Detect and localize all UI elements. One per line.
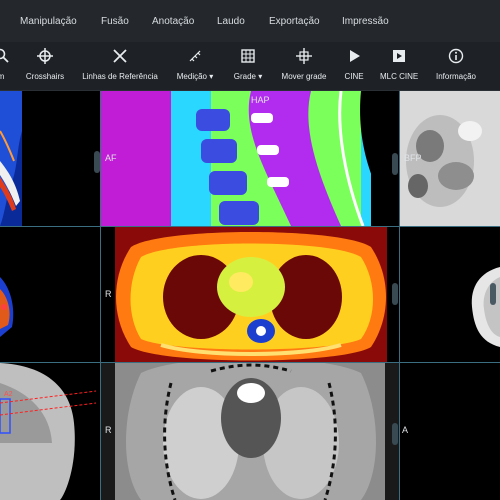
- viewport-grid: AF HAP BFP R A2 R A: [0, 91, 500, 500]
- menu-fusao[interactable]: Fusão: [101, 16, 129, 27]
- viewport-bottom-center[interactable]: R: [101, 363, 399, 500]
- menu-impressao[interactable]: Impressão: [342, 16, 389, 27]
- viewport-bottom-right[interactable]: A: [400, 363, 500, 500]
- grid-button[interactable]: Grade ▾: [230, 42, 266, 90]
- orientation-label-left: R: [105, 425, 112, 435]
- orientation-label-left: BFP: [404, 153, 422, 163]
- reference-lines-label: Linhas de Referência: [82, 72, 158, 81]
- volume-render-image: [471, 267, 500, 347]
- viewport-top-right[interactable]: BFP: [400, 91, 500, 226]
- viewport-scroll-handle[interactable]: [490, 283, 496, 305]
- viewport-top-center[interactable]: AF HAP: [101, 91, 399, 226]
- orientation-label-top: HAP: [251, 95, 270, 105]
- viewport-middle-right[interactable]: [400, 227, 500, 362]
- coronal-grayscale-image: [101, 363, 399, 500]
- grid-separator: [100, 91, 101, 500]
- grid-separator: [399, 91, 400, 500]
- viewport-scroll-handle[interactable]: [392, 423, 398, 445]
- zoom-label: m: [0, 72, 5, 81]
- toolbar: m Crosshairs Linhas de Referência Mediçã…: [0, 42, 500, 91]
- orientation-label-left: AF: [105, 153, 117, 163]
- mlc-cine-button[interactable]: MLC CINE: [380, 42, 418, 90]
- crosshairs-label: Crosshairs: [25, 72, 65, 81]
- menu-exportacao[interactable]: Exportação: [269, 16, 320, 27]
- volume-colormap-image: [0, 277, 14, 337]
- viewport-scroll-handle[interactable]: [392, 153, 398, 175]
- move-grid-label: Mover grade: [281, 72, 327, 81]
- viewport-middle-left[interactable]: [0, 227, 100, 362]
- scout-grayscale-image: [0, 363, 100, 500]
- zoom-button[interactable]: m: [0, 42, 9, 90]
- orientation-label-left: R: [105, 289, 112, 299]
- cine-button[interactable]: CINE: [340, 42, 368, 90]
- grid-label: Grade ▾: [233, 72, 263, 81]
- viewport-bottom-left[interactable]: A2: [0, 363, 100, 500]
- menu-manipulacao[interactable]: Manipulação: [20, 16, 77, 27]
- move-icon: [280, 48, 328, 72]
- information-label: Informação: [435, 72, 477, 81]
- reference-lines-button[interactable]: Linhas de Referência: [82, 42, 158, 90]
- grid-icon: [230, 48, 266, 72]
- orientation-label-left: A: [402, 425, 409, 435]
- viewport-middle-center[interactable]: R: [101, 227, 399, 362]
- measurement-label: Medição ▾: [176, 72, 214, 81]
- close-x-icon: [82, 48, 158, 72]
- sagittal-colormap-image: [0, 91, 22, 226]
- grid-separator: [0, 226, 500, 227]
- menu-laudo[interactable]: Laudo: [217, 16, 245, 27]
- crosshairs-button[interactable]: Crosshairs: [22, 42, 68, 90]
- viewport-scroll-handle[interactable]: [392, 283, 398, 305]
- mlc-cine-icon: [380, 48, 418, 72]
- search-icon: [0, 48, 9, 72]
- cine-label: CINE: [344, 72, 364, 81]
- grid-separator: [0, 362, 500, 363]
- play-icon: [340, 48, 368, 72]
- measurement-button[interactable]: Medição ▾: [174, 42, 216, 90]
- crosshairs-icon: [22, 48, 68, 72]
- viewport-top-left[interactable]: [0, 91, 100, 226]
- information-button[interactable]: Informação: [434, 42, 478, 90]
- mlc-cine-label: MLC CINE: [380, 72, 419, 81]
- axial-thorax-colormap-image: [101, 227, 399, 362]
- info-icon: [434, 48, 478, 72]
- sagittal-spine-colormap-image: [101, 91, 399, 226]
- scout-marker-label: A2: [4, 391, 13, 398]
- ruler-icon: [174, 48, 216, 72]
- move-grid-button[interactable]: Mover grade: [280, 42, 328, 90]
- menu-anotacao[interactable]: Anotação: [152, 16, 194, 27]
- menu-bar: Manipulação Fusão Anotação Laudo Exporta…: [0, 0, 500, 42]
